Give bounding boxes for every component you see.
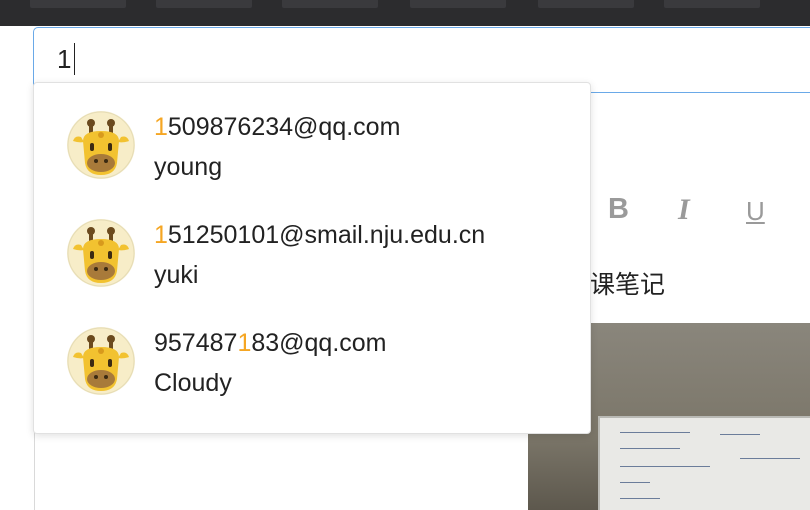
toolbar-tab[interactable] [30, 0, 126, 8]
top-toolbar [0, 0, 810, 26]
suggestion-item[interactable]: 151250101@smail.nju.edu.cn yuki [34, 211, 590, 319]
match-highlight: 1 [237, 329, 252, 357]
autocomplete-dropdown: 1509876234@qq.com young 151250101@smail.… [33, 82, 591, 434]
text-caret [74, 43, 75, 75]
toolbar-tab[interactable] [538, 0, 634, 8]
suggestion-name: young [154, 153, 223, 181]
giraffe-avatar-icon [67, 219, 135, 287]
toolbar-tab[interactable] [410, 0, 506, 8]
note-title: 课笔记 [590, 270, 666, 299]
suggestion-email: 151250101@smail.nju.edu.cn [154, 221, 486, 249]
suggestion-email: 957487183@qq.com [154, 329, 387, 357]
match-highlight: 1 [154, 113, 168, 141]
suggestion-email: 1509876234@qq.com [154, 113, 401, 141]
suggestion-item[interactable]: 957487183@qq.com Cloudy [34, 319, 590, 427]
suggestion-item[interactable]: 1509876234@qq.com young [34, 103, 590, 211]
giraffe-avatar-icon [67, 327, 135, 395]
match-highlight: 1 [154, 221, 168, 249]
bold-button[interactable]: B [608, 193, 629, 226]
underline-button[interactable]: U [746, 196, 765, 227]
toolbar-tab[interactable] [664, 0, 760, 8]
suggestion-name: Cloudy [154, 369, 232, 397]
suggestion-name: yuki [154, 261, 199, 289]
toolbar-tab[interactable] [156, 0, 252, 8]
search-input-value: 1 [57, 44, 72, 74]
whiteboard-image [598, 416, 810, 510]
italic-button[interactable]: I [678, 193, 690, 227]
giraffe-avatar-icon [67, 111, 135, 179]
toolbar-tab[interactable] [282, 0, 378, 8]
